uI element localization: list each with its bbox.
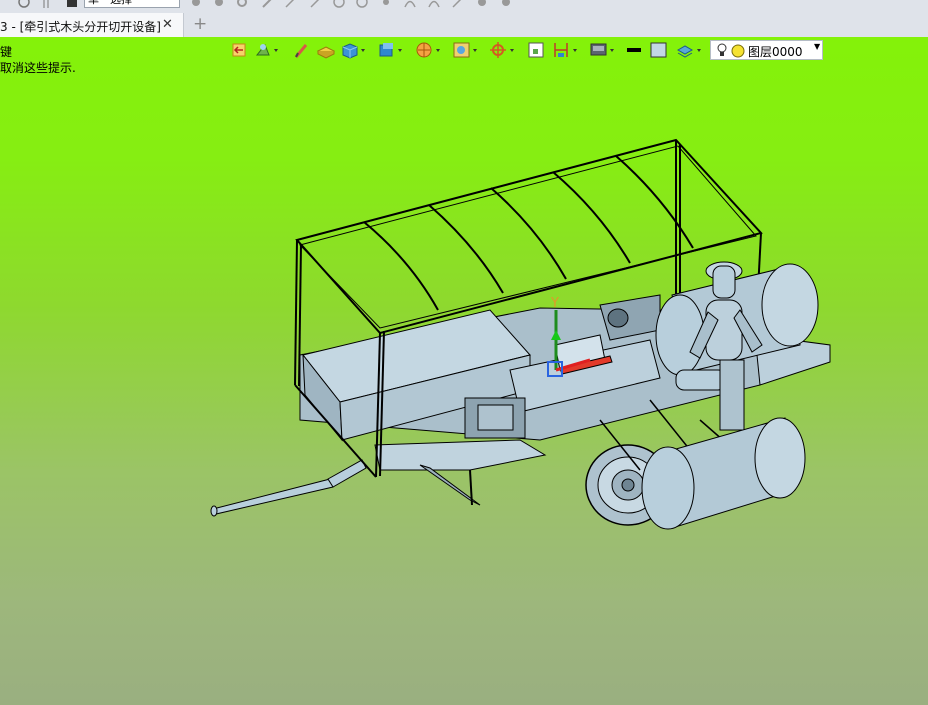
tow-bar [210,459,367,517]
lower-log [641,417,806,530]
triad-y-label: Y [550,296,559,311]
model-canvas[interactable]: Y [0,0,928,705]
